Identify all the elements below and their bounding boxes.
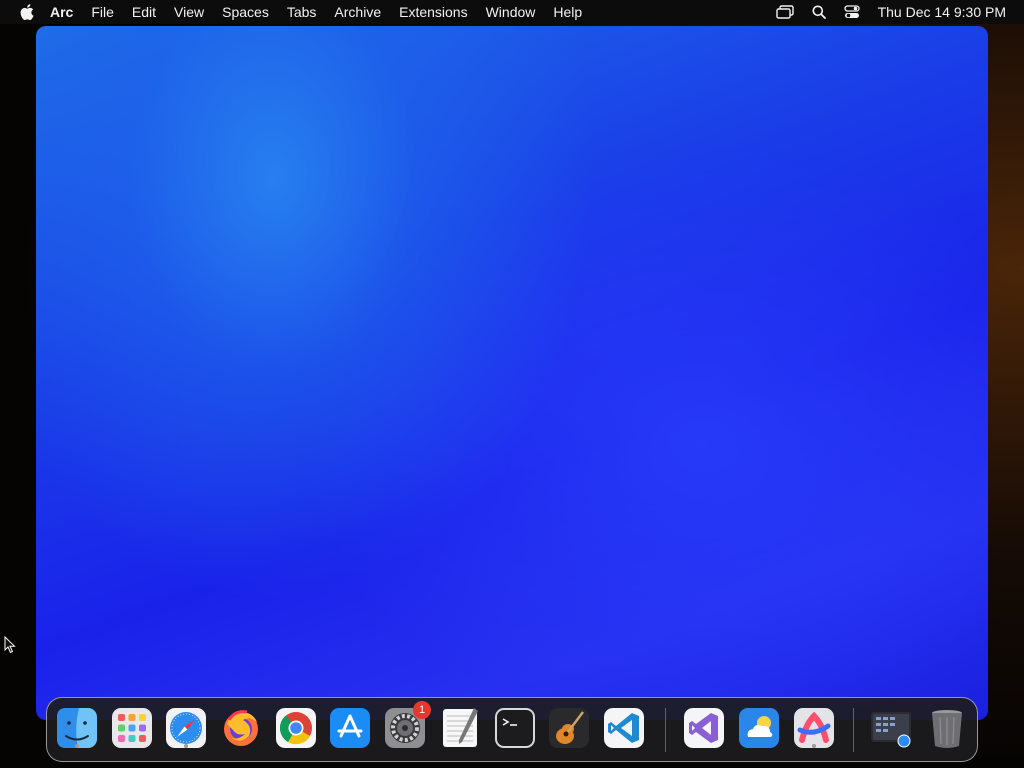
chrome-icon <box>276 708 316 748</box>
weather-icon <box>739 708 779 748</box>
garageband-icon <box>549 708 589 748</box>
dock-separator <box>853 708 854 752</box>
control-center-icon[interactable] <box>843 5 860 19</box>
spotlight-search-icon[interactable] <box>812 5 826 19</box>
screenshot-folder-icon <box>871 712 911 748</box>
textedit-icon <box>443 708 478 747</box>
dock-textedit[interactable] <box>438 706 482 750</box>
running-indicator <box>184 744 188 748</box>
dock-finder[interactable] <box>55 706 99 750</box>
running-indicator <box>75 744 79 748</box>
dock-safari[interactable] <box>164 706 208 750</box>
firefox-icon <box>224 710 258 746</box>
menu-view[interactable]: View <box>174 4 204 20</box>
notification-badge: 1 <box>413 701 431 719</box>
menu-bar: Arc File Edit View Spaces Tabs Archive E… <box>0 0 1024 24</box>
dock-arc[interactable] <box>792 706 836 750</box>
app-store-icon <box>330 708 370 748</box>
dock-visual-studio[interactable] <box>682 706 726 750</box>
menu-tabs[interactable]: Tabs <box>287 4 317 20</box>
menu-archive[interactable]: Archive <box>334 4 381 20</box>
dock-weather[interactable] <box>737 706 781 750</box>
dock-chrome[interactable] <box>274 706 318 750</box>
dock-app-store[interactable] <box>328 706 372 750</box>
menu-bar-status-area: Thu Dec 14 9:30 PM <box>775 0 1006 24</box>
dock-system-settings[interactable]: 1 <box>383 701 431 750</box>
visual-studio-icon <box>684 708 724 748</box>
screen-mirroring-icon[interactable] <box>775 5 794 19</box>
menu-bar-clock[interactable]: Thu Dec 14 9:30 PM <box>878 4 1006 20</box>
dock-garageband[interactable] <box>547 706 591 750</box>
menu-edit[interactable]: Edit <box>132 4 156 20</box>
dock-separator <box>665 708 666 752</box>
launchpad-icon <box>112 708 152 748</box>
vscode-icon <box>604 708 644 748</box>
arc-browser-window[interactable] <box>36 26 988 720</box>
dock-vscode[interactable] <box>602 706 646 750</box>
menu-file[interactable]: File <box>91 4 114 20</box>
running-indicator <box>812 744 816 748</box>
dock-launchpad[interactable] <box>110 706 154 750</box>
dock-terminal[interactable] <box>493 706 537 750</box>
mouse-cursor-icon <box>4 635 16 654</box>
dock-firefox[interactable] <box>219 706 263 750</box>
menu-extensions[interactable]: Extensions <box>399 4 467 20</box>
dock: 1 <box>46 697 978 762</box>
dock-trash[interactable] <box>925 706 969 750</box>
dock-screenshots-stack[interactable] <box>869 706 913 750</box>
terminal-icon <box>495 708 535 748</box>
menu-window[interactable]: Window <box>486 4 536 20</box>
apple-menu-icon[interactable] <box>18 3 36 21</box>
menu-help[interactable]: Help <box>553 4 582 20</box>
trash-icon <box>932 710 962 748</box>
menu-app-name[interactable]: Arc <box>50 4 73 20</box>
menu-spaces[interactable]: Spaces <box>222 4 269 20</box>
